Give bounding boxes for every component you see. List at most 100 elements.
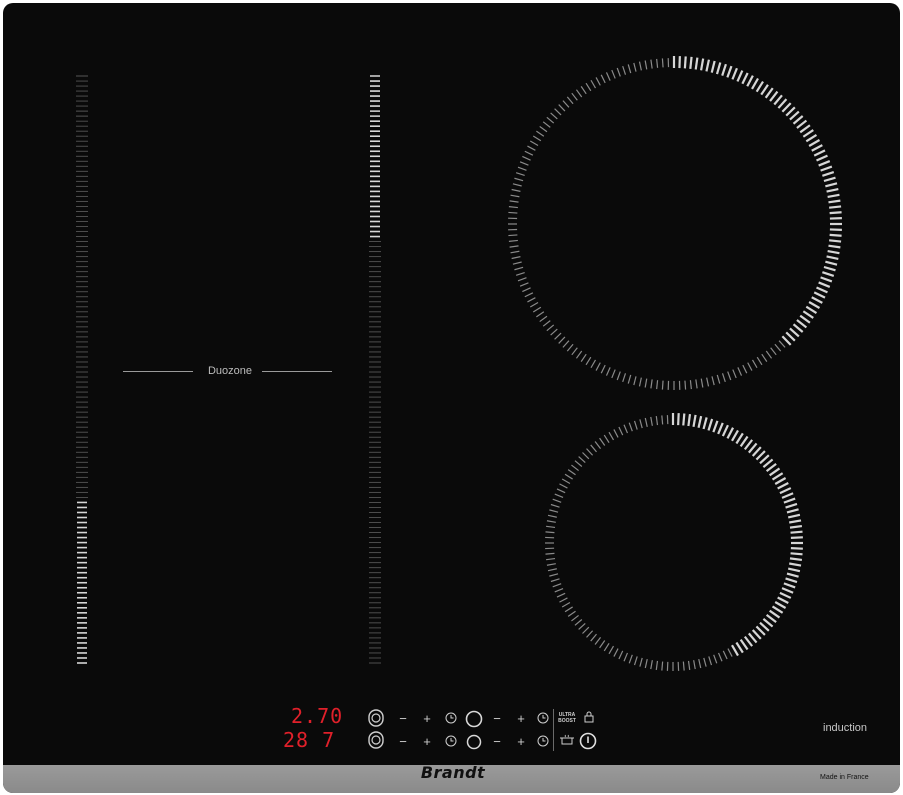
ring-tick (748, 442, 758, 454)
plus-button-zone1[interactable]: + (419, 712, 435, 726)
ring-tick (700, 378, 704, 388)
ring-tick (816, 286, 828, 294)
plus-button-zone2[interactable]: + (513, 712, 529, 726)
ring-tick (689, 380, 692, 390)
ring-tick (554, 493, 564, 499)
ring-tick (739, 639, 749, 651)
ring-tick (580, 353, 587, 362)
ring-tick (820, 276, 833, 283)
ring-tick (746, 75, 754, 87)
ring-tick (765, 613, 777, 624)
ring-tick (519, 161, 529, 166)
ring-tick (508, 206, 518, 209)
ring-tick (556, 488, 566, 494)
ring-tick (828, 199, 841, 204)
ring-tick (721, 373, 726, 383)
minus-button-zone3[interactable]: − (395, 735, 411, 749)
top-right-zone-ring[interactable] (508, 56, 842, 390)
ring-tick (731, 644, 739, 657)
minus-button-zone1[interactable]: − (395, 712, 411, 726)
ring-tick (539, 315, 548, 323)
ultra-boost-button[interactable]: ULTRA BOOST (558, 712, 576, 724)
timer-icon-zone4[interactable] (535, 735, 551, 747)
duozone-divider-right (262, 371, 332, 372)
ring-tick (622, 373, 627, 383)
minus-button-zone4[interactable]: − (489, 735, 505, 749)
ring-tick (761, 353, 768, 362)
timer-icon-zone1[interactable] (443, 712, 459, 724)
ring-tick (789, 327, 800, 338)
plus-button-zone4[interactable]: + (513, 735, 529, 749)
ring-tick (743, 635, 754, 647)
ring-tick (777, 98, 788, 109)
ring-tick (627, 64, 632, 74)
ring-tick (808, 301, 821, 309)
ring-tick (682, 413, 686, 426)
lock-icon[interactable] (581, 710, 597, 723)
ring-tick (554, 332, 562, 340)
ring-tick (789, 524, 803, 529)
minus-button-zone2[interactable]: − (489, 712, 505, 726)
ring-tick (751, 359, 758, 369)
ring-tick (644, 659, 648, 669)
ring-tick (536, 130, 545, 137)
ring-tick (644, 417, 648, 427)
ring-tick (727, 371, 732, 381)
ring-tick (715, 62, 722, 75)
ring-tick (717, 652, 723, 662)
ring-tick (522, 287, 531, 293)
ring-tick (818, 281, 831, 288)
ring-tick (638, 377, 642, 387)
ring-tick (554, 108, 562, 116)
zone-circle-icon-bottom[interactable] (466, 734, 482, 750)
ring-tick (594, 441, 602, 449)
ring-tick (517, 277, 527, 282)
cooking-zones-graphics (76, 56, 842, 671)
ring-tick (816, 154, 828, 162)
plus-button-zone3[interactable]: + (419, 735, 435, 749)
ring-tick (595, 362, 601, 371)
ring-tick (616, 67, 621, 77)
ring-tick (789, 562, 802, 567)
left-duozone-slider[interactable] (76, 75, 88, 664)
timer-icon-zone3[interactable] (443, 735, 459, 747)
ring-tick (510, 194, 520, 198)
pot-icon[interactable] (559, 734, 575, 746)
ring-tick (633, 420, 638, 430)
ring-tick (805, 134, 818, 143)
ring-tick (562, 100, 570, 108)
bottom-right-zone-ring[interactable] (545, 413, 803, 671)
slider-toggle-left-top[interactable] (368, 709, 384, 727)
ring-tick (762, 458, 774, 468)
ring-tick (802, 129, 814, 138)
ring-tick (590, 79, 597, 89)
ring-tick (549, 509, 559, 513)
ring-tick (713, 654, 718, 664)
ring-tick (813, 149, 826, 157)
ring-tick (532, 306, 542, 313)
ring-tick (687, 413, 692, 427)
power-icon[interactable] (579, 732, 597, 750)
ring-tick (562, 340, 570, 348)
ring-tick (558, 104, 566, 112)
ring-tick (727, 648, 733, 657)
ring-tick (545, 531, 555, 534)
ring-tick (683, 56, 687, 69)
ring-tick (550, 503, 560, 508)
ring-tick (693, 660, 696, 670)
ring-tick (559, 597, 568, 603)
ring-tick (751, 77, 759, 90)
ring-tick (716, 374, 721, 384)
zone-circle-icon-top[interactable] (465, 710, 483, 728)
timer-icon-zone2[interactable] (535, 712, 551, 724)
ring-tick (650, 416, 653, 426)
ring-tick (751, 629, 762, 640)
ring-tick (790, 536, 803, 539)
ring-tick (590, 633, 597, 642)
ring-tick (542, 320, 551, 327)
ring-tick (628, 654, 633, 664)
center-duozone-slider[interactable] (369, 75, 381, 664)
ring-tick (567, 610, 576, 617)
ring-tick (829, 233, 842, 237)
slider-toggle-left-bottom[interactable] (368, 731, 384, 749)
